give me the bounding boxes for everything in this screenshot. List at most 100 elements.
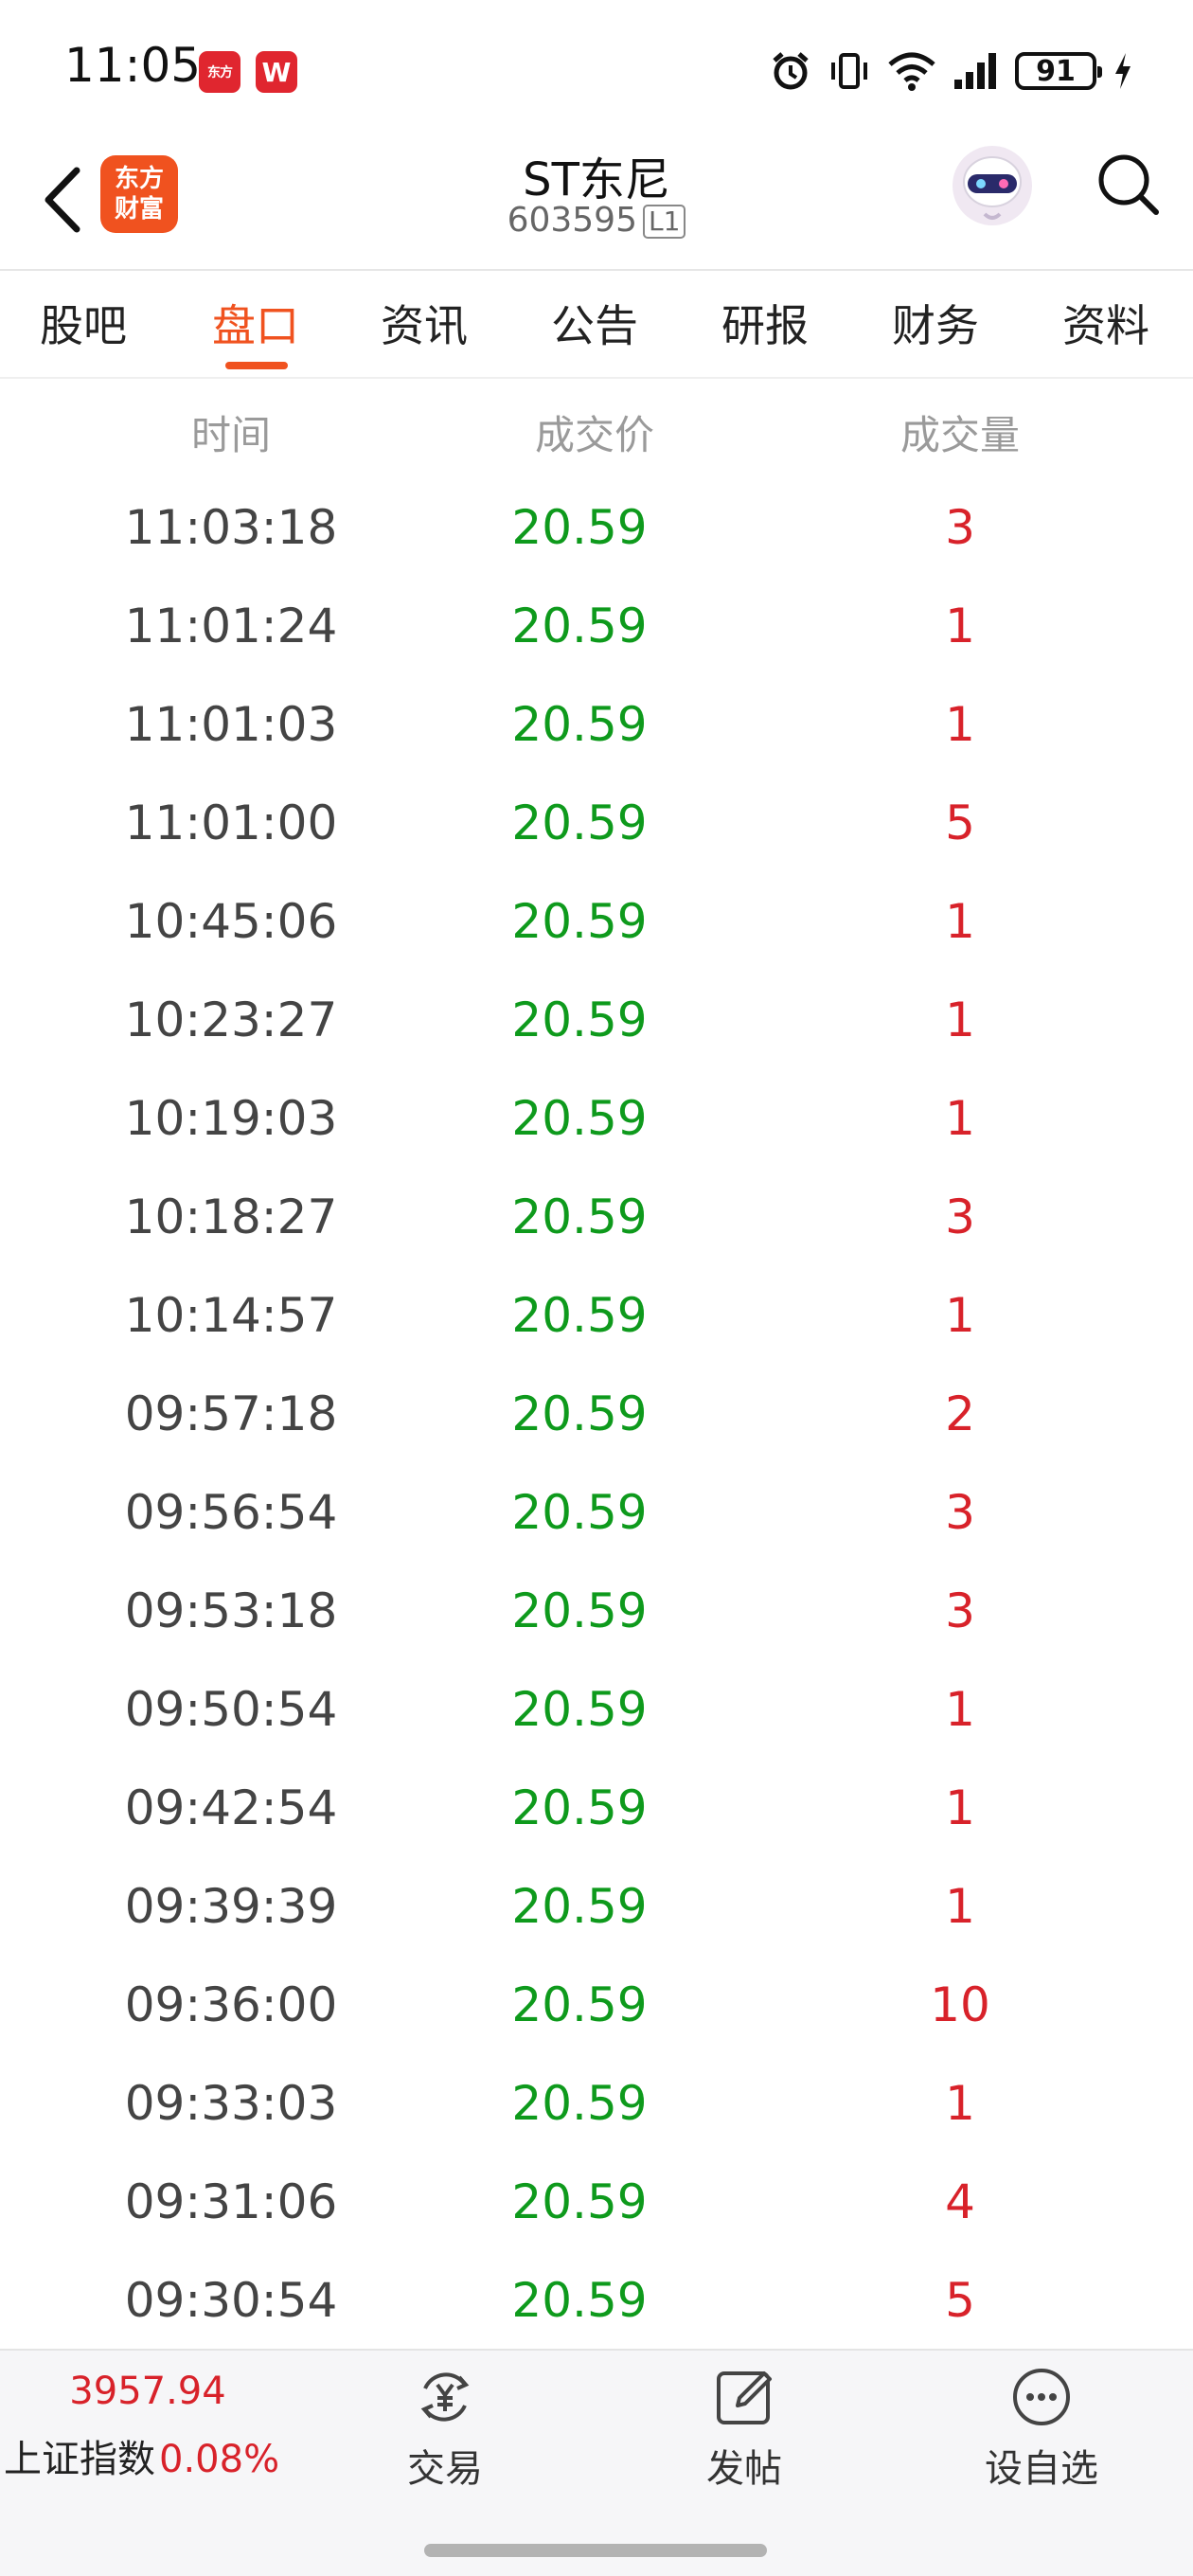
stock-code: 603595 (507, 201, 637, 240)
trade-time: 11:01:03 (124, 697, 338, 752)
trade-price: 20.59 (511, 1583, 648, 1638)
index-change: 0.08% (159, 2438, 280, 2481)
trade-time: 09:36:00 (124, 1977, 338, 2032)
trade-price: 20.59 (511, 1977, 648, 2032)
active-tab-indicator (225, 362, 288, 369)
add-watchlist-label: 设自选 (985, 2447, 1098, 2491)
trade-price: 20.59 (511, 1780, 648, 1835)
trade-price: 20.59 (511, 1091, 648, 1146)
compose-icon (717, 2371, 772, 2424)
trade-row: 11:01:03 20.59 1 (0, 678, 1193, 777)
column-header-volume: 成交量 (899, 412, 1021, 458)
trade-volume: 1 (945, 1682, 975, 1737)
status-time: 11:05 (64, 38, 202, 93)
tab-profile[interactable]: 资料 (1062, 292, 1149, 354)
trade-volume: 1 (945, 697, 975, 752)
app-notification-icon: 东方 (199, 51, 240, 93)
tab-bar: 股吧 盘口 资讯 公告 研报 财务 资料 (0, 273, 1193, 379)
trade-row: 10:18:27 20.59 3 (0, 1171, 1193, 1269)
trade-volume: 1 (945, 1780, 975, 1835)
trade-table-header: 时间 成交价 成交量 (0, 379, 1193, 474)
post-button[interactable]: 发帖 (659, 2364, 829, 2493)
trade-row: 11:01:00 20.59 5 (0, 777, 1193, 875)
nav-header: 东方 财富 ST东尼 603595 L1 (0, 133, 1193, 271)
charging-icon (1115, 53, 1131, 89)
tab-news[interactable]: 资讯 (381, 292, 468, 354)
trade-price: 20.59 (511, 894, 648, 949)
tab-guba[interactable]: 股吧 (40, 292, 127, 354)
trade-price: 20.59 (511, 2273, 648, 2328)
trade-price: 20.59 (511, 1879, 648, 1934)
trade-time: 10:19:03 (124, 1091, 338, 1146)
trade-volume: 10 (930, 1977, 990, 2032)
trade-row: 09:50:54 20.59 1 (0, 1663, 1193, 1762)
trade-row: 10:23:27 20.59 1 (0, 974, 1193, 1072)
trade-price: 20.59 (511, 2174, 648, 2229)
trade-time: 11:01:00 (124, 796, 338, 850)
trade-price: 20.59 (511, 1682, 648, 1737)
tab-research[interactable]: 研报 (721, 292, 809, 354)
trade-time: 09:33:03 (124, 2076, 338, 2131)
trade-price: 20.59 (511, 1485, 648, 1540)
trade-list[interactable]: 11:03:18 20.59 3 11:01:24 20.59 1 11:01:03 20.5… (0, 481, 1193, 2352)
robot-assistant-avatar[interactable] (947, 140, 1038, 231)
trade-row: 09:36:00 20.59 10 (0, 1959, 1193, 2057)
index-value[interactable]: 3957.94 (69, 2370, 225, 2413)
trade-time: 11:03:18 (124, 500, 338, 555)
index-name: 上证指数 (4, 2438, 155, 2481)
trade-volume: 3 (945, 1190, 975, 1244)
trade-time: 11:01:24 (124, 599, 338, 653)
trade-price: 20.59 (511, 796, 648, 850)
trade-time: 09:56:54 (124, 1485, 338, 1540)
status-indicators: 91 (769, 47, 1134, 95)
trade-row: 11:01:24 20.59 1 (0, 580, 1193, 678)
trade-price: 20.59 (511, 2076, 648, 2131)
signal-icon (954, 53, 996, 89)
trade-volume: 1 (945, 2076, 975, 2131)
trade-price: 20.59 (511, 500, 648, 555)
trade-price: 20.59 (511, 599, 648, 653)
vibrate-icon (831, 53, 867, 89)
trade-row: 09:33:03 20.59 1 (0, 2057, 1193, 2156)
home-indicator[interactable] (424, 2544, 767, 2557)
trade-volume: 3 (945, 1485, 975, 1540)
trade-price: 20.59 (511, 1190, 648, 1244)
trade-time: 10:45:06 (124, 894, 338, 949)
level-badge: L1 (643, 205, 686, 239)
trade-price: 20.59 (511, 697, 648, 752)
trade-volume: 1 (945, 993, 975, 1047)
trade-volume: 2 (945, 1386, 975, 1441)
add-watchlist-button[interactable]: 设自选 (956, 2364, 1127, 2493)
trade-time: 09:53:18 (124, 1583, 338, 1638)
wifi-icon (888, 52, 935, 91)
wps-notification-icon: W (256, 51, 297, 93)
trade-button[interactable]: 交易 (360, 2364, 530, 2493)
trade-volume: 3 (945, 1583, 975, 1638)
trade-time: 10:18:27 (124, 1190, 338, 1244)
trade-volume: 1 (945, 1879, 975, 1934)
trade-row: 09:53:18 20.59 3 (0, 1565, 1193, 1663)
tab-announcements[interactable]: 公告 (551, 292, 638, 354)
column-header-price: 成交价 (534, 412, 655, 458)
trade-row: 09:56:54 20.59 3 (0, 1466, 1193, 1565)
more-dots-icon (1013, 2369, 1070, 2425)
trade-row: 11:03:18 20.59 3 (0, 481, 1193, 580)
trade-row: 10:19:03 20.59 1 (0, 1072, 1193, 1171)
trade-price: 20.59 (511, 1386, 648, 1441)
trade-row: 09:57:18 20.59 2 (0, 1368, 1193, 1466)
tab-pankou[interactable]: 盘口 (212, 292, 299, 354)
trade-volume: 4 (945, 2174, 975, 2229)
trade-row: 09:39:39 20.59 1 (0, 1860, 1193, 1959)
tab-finance[interactable]: 财务 (892, 292, 979, 354)
battery-indicator: 91 (1015, 52, 1102, 90)
search-button[interactable] (1091, 142, 1166, 227)
trade-row: 10:45:06 20.59 1 (0, 875, 1193, 974)
trade-price: 20.59 (511, 993, 648, 1047)
trade-time: 09:30:54 (124, 2273, 338, 2328)
trade-volume: 5 (945, 796, 975, 850)
trade-volume: 1 (945, 894, 975, 949)
index-summary[interactable]: 上证指数 0.08% (4, 2428, 279, 2483)
trade-time: 09:39:39 (124, 1879, 338, 1934)
trade-time: 09:50:54 (124, 1682, 338, 1737)
trade-time: 09:31:06 (124, 2174, 338, 2229)
